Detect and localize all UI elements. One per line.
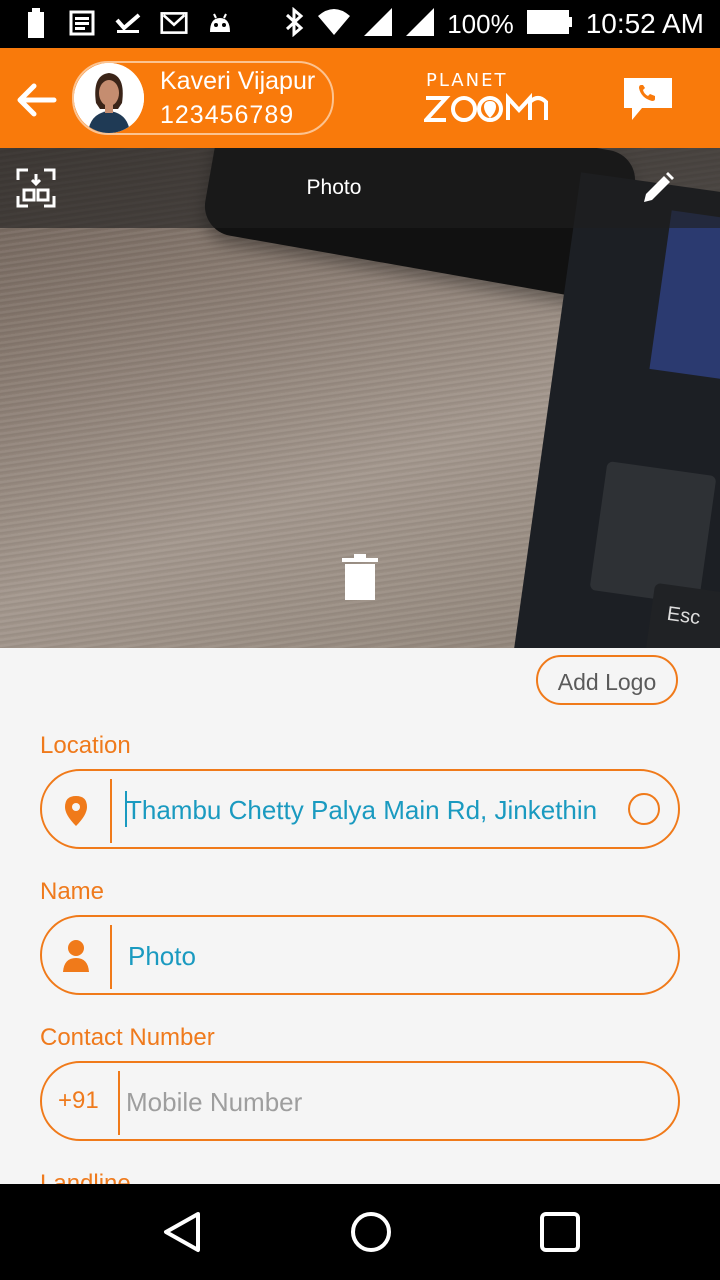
field-divider (110, 779, 112, 843)
system-navigation-bar (0, 1184, 720, 1280)
location-pin-icon (65, 796, 87, 826)
nav-back-button[interactable] (160, 1210, 204, 1254)
chat-phone-icon (624, 78, 672, 120)
app-header: Kaveri Vijapur 123456789 PLANET (0, 48, 720, 148)
triangle-back-icon (164, 1212, 200, 1252)
planet-zoom-logo: PLANET (424, 70, 550, 126)
delete-photo-button[interactable] (340, 552, 380, 602)
photo-toolbar: Photo (0, 148, 720, 228)
nav-home-button[interactable] (349, 1210, 393, 1254)
name-label: Name (40, 878, 105, 905)
square-recents-icon (540, 1212, 580, 1252)
pencil-icon (644, 172, 674, 202)
call-chat-button[interactable] (622, 76, 674, 122)
location-input[interactable]: Thambu Chetty Palya Main Rd, Jinkethin (126, 795, 622, 826)
location-field[interactable]: Thambu Chetty Palya Main Rd, Jinkethin (40, 769, 680, 849)
avatar (74, 63, 144, 133)
android-icon (206, 8, 234, 38)
news-icon (68, 8, 96, 38)
battery-icon (526, 9, 574, 40)
field-divider (110, 925, 112, 989)
mobile-number-input[interactable]: Mobile Number (126, 1087, 626, 1118)
clock: 10:52 AM (585, 8, 704, 39)
add-logo-button[interactable]: Add Logo (536, 655, 678, 705)
edit-button[interactable] (640, 170, 676, 206)
photo-preview: Esc Photo (0, 148, 720, 648)
bluetooth-icon (283, 6, 305, 42)
profile-phone: 123456789 (160, 101, 295, 129)
listing-form: Add Logo Location Thambu Chetty Palya Ma… (0, 648, 720, 1184)
photo-esc-key: Esc (645, 582, 720, 648)
contact-number-label: Contact Number (40, 1024, 215, 1051)
field-divider (118, 1071, 120, 1135)
battery-percent: 100% (447, 8, 514, 39)
arrow-left-icon (17, 83, 57, 117)
signal-icon (363, 7, 393, 42)
trash-icon (342, 554, 378, 600)
gmail-icon (160, 8, 188, 38)
back-button[interactable] (14, 78, 58, 122)
landline-label: Landline (40, 1170, 131, 1184)
location-select-radio[interactable] (628, 793, 660, 825)
status-bar: 100% 10:52 AM (0, 0, 720, 48)
name-input[interactable]: Photo (128, 941, 648, 972)
wifi-icon (317, 8, 351, 41)
photo-laptop-touchpad (589, 460, 717, 606)
profile-name: Kaveri Vijapur (160, 67, 316, 95)
location-label: Location (40, 732, 131, 759)
name-field[interactable]: Photo (40, 915, 680, 995)
zoom-wordmark (424, 92, 548, 122)
circle-home-icon (351, 1212, 391, 1252)
country-code[interactable]: +91 (58, 1087, 99, 1115)
signal-icon (405, 7, 435, 42)
check-icon (114, 8, 142, 38)
photo-title: Photo (306, 176, 362, 199)
nav-recents-button[interactable] (538, 1210, 582, 1254)
contact-number-field[interactable]: +91 Mobile Number (40, 1061, 680, 1141)
battery-icon (22, 8, 50, 38)
profile-chip[interactable]: Kaveri Vijapur 123456789 (72, 61, 334, 135)
person-icon (63, 940, 89, 972)
